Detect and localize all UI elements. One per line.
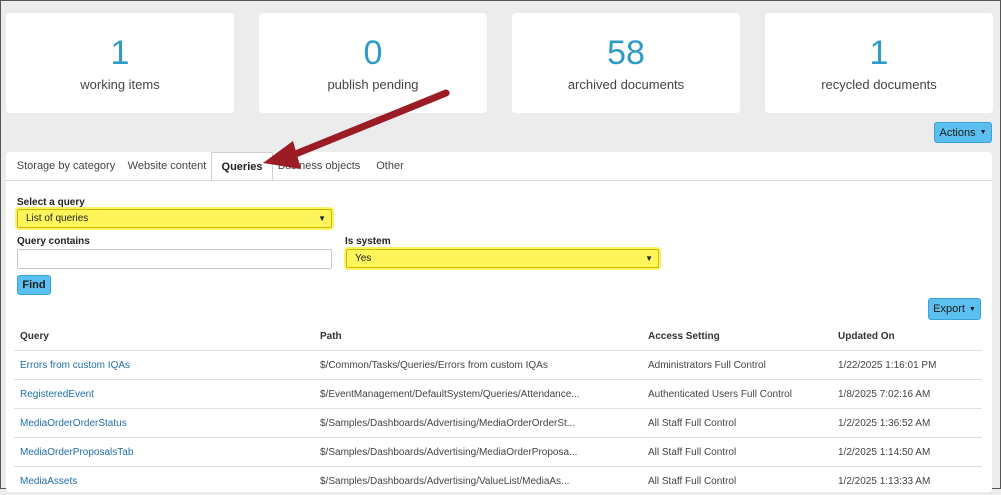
access-cell: Authenticated Users Full Control xyxy=(642,380,832,409)
query-link[interactable]: MediaAssets xyxy=(14,467,314,495)
is-system-dropdown[interactable]: Yes ▼ xyxy=(346,249,659,268)
actions-button[interactable]: Actions ▼ xyxy=(934,122,992,143)
query-link[interactable]: Errors from custom IQAs xyxy=(14,351,314,380)
export-label: Export xyxy=(933,303,965,315)
path-cell: $/EventManagement/DefaultSystem/Queries/… xyxy=(314,380,642,409)
stat-card-recycled-documents: 1 recycled documents xyxy=(765,13,993,113)
find-button[interactable]: Find xyxy=(17,275,51,295)
export-button[interactable]: Export ▼ xyxy=(928,298,981,320)
updated-cell: 1/2/2025 1:13:33 AM xyxy=(832,467,982,495)
access-cell: All Staff Full Control xyxy=(642,409,832,438)
query-contains-input[interactable] xyxy=(17,249,332,269)
path-cell: $/Samples/Dashboards/Advertising/MediaOr… xyxy=(314,409,642,438)
queries-table: Query Path Access Setting Updated On Err… xyxy=(14,322,982,495)
tab-business-objects[interactable]: Business objects xyxy=(274,152,364,180)
is-system-value: Yes xyxy=(355,253,371,264)
table-header-row: Query Path Access Setting Updated On xyxy=(14,322,982,351)
stat-card-publish-pending: 0 publish pending xyxy=(259,13,487,113)
query-link[interactable]: MediaOrderProposalsTab xyxy=(14,438,314,467)
tab-bar: Storage by category Website content Quer… xyxy=(6,152,992,181)
updated-cell: 1/8/2025 7:02:16 AM xyxy=(832,380,982,409)
is-system-label: Is system xyxy=(345,236,391,247)
actions-label: Actions xyxy=(939,127,975,139)
tab-storage-by-category[interactable]: Storage by category xyxy=(10,152,122,180)
chevron-down-icon: ▼ xyxy=(318,210,326,227)
stat-value: 58 xyxy=(512,35,740,71)
stat-label: working items xyxy=(6,77,234,92)
path-cell: $/Common/Tasks/Queries/Errors from custo… xyxy=(314,351,642,380)
header-access-setting[interactable]: Access Setting xyxy=(642,322,832,351)
query-link[interactable]: MediaOrderOrderStatus xyxy=(14,409,314,438)
stat-value: 1 xyxy=(765,35,993,71)
table-row: RegisteredEvent $/EventManagement/Defaul… xyxy=(14,380,982,409)
table-row: Errors from custom IQAs $/Common/Tasks/Q… xyxy=(14,351,982,380)
main-panel: Storage by category Website content Quer… xyxy=(6,152,992,492)
stat-label: archived documents xyxy=(512,77,740,92)
tab-other[interactable]: Other xyxy=(368,152,412,180)
select-query-dropdown[interactable]: List of queries ▼ xyxy=(17,209,332,228)
stat-card-working-items: 1 working items xyxy=(6,13,234,113)
tab-queries[interactable]: Queries xyxy=(211,152,273,180)
access-cell: All Staff Full Control xyxy=(642,438,832,467)
updated-cell: 1/2/2025 1:14:50 AM xyxy=(832,438,982,467)
header-path[interactable]: Path xyxy=(314,322,642,351)
header-updated-on[interactable]: Updated On xyxy=(832,322,982,351)
table-row: MediaOrderProposalsTab $/Samples/Dashboa… xyxy=(14,438,982,467)
stat-value: 1 xyxy=(6,35,234,71)
select-query-label: Select a query xyxy=(17,197,85,208)
table-row: MediaAssets $/Samples/Dashboards/Adverti… xyxy=(14,467,982,495)
updated-cell: 1/2/2025 1:36:52 AM xyxy=(832,409,982,438)
select-query-value: List of queries xyxy=(26,213,88,224)
path-cell: $/Samples/Dashboards/Advertising/MediaOr… xyxy=(314,438,642,467)
stat-value: 0 xyxy=(259,35,487,71)
updated-cell: 1/22/2025 1:16:01 PM xyxy=(832,351,982,380)
query-contains-label: Query contains xyxy=(17,236,90,247)
access-cell: Administrators Full Control xyxy=(642,351,832,380)
stat-label: publish pending xyxy=(259,77,487,92)
tab-website-content[interactable]: Website content xyxy=(122,152,212,180)
path-cell: $/Samples/Dashboards/Advertising/ValueLi… xyxy=(314,467,642,495)
caret-down-icon: ▼ xyxy=(980,129,987,136)
caret-down-icon: ▼ xyxy=(969,306,976,313)
access-cell: All Staff Full Control xyxy=(642,467,832,495)
table-row: MediaOrderOrderStatus $/Samples/Dashboar… xyxy=(14,409,982,438)
header-query[interactable]: Query xyxy=(14,322,314,351)
chevron-down-icon: ▼ xyxy=(645,250,653,267)
stat-card-archived-documents: 58 archived documents xyxy=(512,13,740,113)
query-link[interactable]: RegisteredEvent xyxy=(14,380,314,409)
stat-label: recycled documents xyxy=(765,77,993,92)
